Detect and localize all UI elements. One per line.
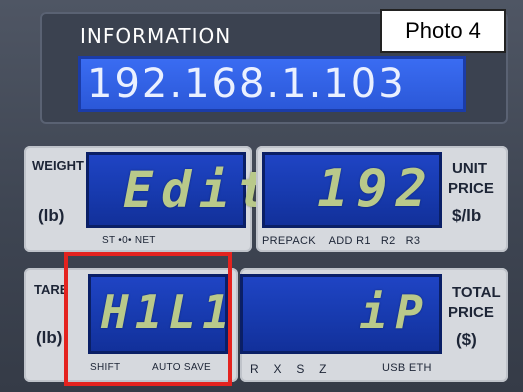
unit-price-lcd: 192 xyxy=(262,152,442,228)
total-price-label-2: PRICE xyxy=(448,304,494,321)
scale-front-panel: INFORMATION 192.168.1.103 WEIGHT (lb) Ed… xyxy=(0,0,523,392)
unit-price-readout: 192 xyxy=(317,159,435,219)
total-price-lcd: iP xyxy=(240,274,442,354)
weight-lcd: Edit xyxy=(86,152,267,228)
total-price-label-1: TOTAL xyxy=(452,284,501,301)
weight-label: WEIGHT xyxy=(32,158,84,173)
weight-indicators: ST •0• NET xyxy=(102,235,156,246)
weight-unit: (lb) xyxy=(38,206,65,225)
information-title: INFORMATION xyxy=(80,24,232,48)
tare-highlight-box xyxy=(64,252,232,386)
total-price-indicators: R X S Z xyxy=(250,362,327,376)
unit-price-label-1: UNIT xyxy=(452,160,487,177)
weight-readout: Edit xyxy=(123,161,276,219)
total-price-readout: iP xyxy=(359,285,431,339)
unit-price-label-2: PRICE xyxy=(448,180,494,197)
ip-address-display: 192.168.1.103 xyxy=(78,56,466,112)
unit-price-unit: $/lb xyxy=(452,206,482,225)
total-price-unit: ($) xyxy=(456,330,477,349)
tare-unit: (lb) xyxy=(36,328,63,347)
unit-price-indicators: PREPACK ADD R1 R2 R3 xyxy=(262,235,421,247)
photo-label: Photo 4 xyxy=(380,9,506,53)
total-price-indicator-usb: USB ETH xyxy=(382,362,432,374)
